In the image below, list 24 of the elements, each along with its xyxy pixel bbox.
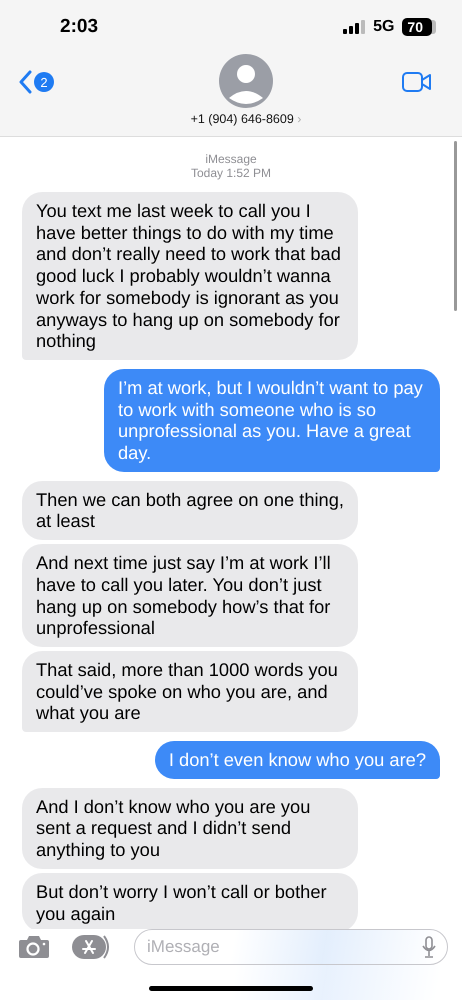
status-time: 2:03 (60, 16, 98, 38)
message-bubble: But don’t worry I won’t call or bother you again (22, 872, 358, 929)
message-bubble: And next time just say I’m at work I’ll have to call you later. You don’t just hang up on somebody how’s that for unprofessional (22, 544, 358, 647)
camera-icon[interactable] (18, 935, 50, 959)
unread-badge: 2 (34, 72, 54, 92)
signal-icon (343, 20, 366, 34)
network-label: 5G (373, 18, 394, 36)
message-bubble: You text me last week to call you I have better things to do with my time and don’t really need to work that bad good luck I probably wouldn’t wanna work for somebody is ignorant as you anyways to hang up on somebody for nothing (22, 192, 358, 360)
contact-number[interactable]: +1 (904) 646-8609 › (190, 112, 302, 126)
microphone-icon[interactable] (422, 936, 436, 958)
timestamp: Today 1:52 PM (190, 166, 272, 180)
message-input[interactable]: iMessage (134, 929, 448, 965)
service-label: iMessage (205, 152, 257, 166)
battery-indicator: 70 (402, 18, 432, 36)
message-bubble: I’m at work, but I wouldn’t want to pay to work with someone who is so unprofessional as you. Have a great day. (104, 368, 440, 472)
app-store-icon[interactable] (72, 934, 112, 960)
message-bubble: Then we can both agree on one thing, at least (22, 480, 358, 540)
avatar-icon[interactable] (218, 54, 273, 108)
message-bubble: And I don’t know who you are you sent a request and I didn’t send anything to you (22, 788, 358, 869)
message-bubble: That said, more than 1000 words you could’ve spoke on who you are, and what you are (22, 650, 358, 732)
video-call-icon[interactable] (402, 72, 432, 92)
back-chevron-icon (18, 70, 32, 94)
back-button[interactable]: 2 (18, 70, 54, 94)
message-bubble: I don’t even know who you are? (154, 741, 440, 779)
